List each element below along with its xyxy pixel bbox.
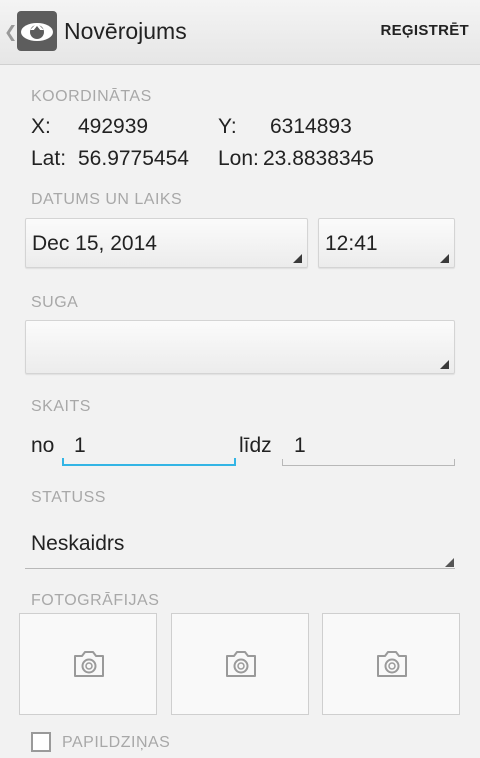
up-chevron-icon[interactable]: ❮ — [4, 22, 17, 42]
page-title: Novērojums — [64, 18, 187, 44]
count-from-value: 1 — [74, 434, 86, 457]
field-corner-right — [234, 458, 236, 466]
field-corner-right — [454, 459, 455, 466]
lat-label: Lat: — [31, 147, 67, 170]
coordinates-section-label: KOORDINĀTAS — [31, 88, 152, 105]
dropdown-triangle-icon — [440, 254, 449, 263]
datetime-section-label: DATUMS UN LAIKS — [31, 191, 183, 208]
date-picker-button[interactable]: Dec 15, 2014 — [25, 218, 308, 268]
dropdown-triangle-icon — [293, 254, 302, 263]
count-to-input[interactable]: 1 — [282, 424, 455, 468]
status-section-label: STATUSS — [31, 489, 106, 506]
time-value: 12:41 — [325, 232, 378, 255]
field-corner-left — [62, 458, 64, 466]
y-label: Y: — [218, 115, 237, 138]
date-value: Dec 15, 2014 — [32, 232, 157, 255]
camera-icon — [226, 651, 256, 677]
dropdown-triangle-icon — [445, 558, 454, 567]
count-to-label: līdz — [239, 434, 272, 457]
app-eye-icon[interactable] — [17, 11, 57, 51]
species-dropdown[interactable] — [25, 320, 455, 374]
extra-info-checkbox[interactable] — [31, 732, 51, 752]
camera-icon — [74, 651, 104, 677]
count-section-label: SKAITS — [31, 398, 91, 415]
lon-value: 23.8838345 — [263, 147, 374, 170]
count-from-input[interactable]: 1 — [62, 424, 236, 468]
field-corner-left — [282, 459, 283, 466]
lat-value: 56.9775454 — [78, 147, 189, 170]
count-from-label: no — [31, 434, 55, 457]
y-value: 6314893 — [270, 115, 352, 138]
dropdown-triangle-icon — [440, 360, 449, 369]
species-section-label: SUGA — [31, 294, 79, 311]
count-to-underline — [282, 465, 455, 466]
action-bar: ❮ Novērojums REĢISTRĒT — [0, 0, 480, 65]
status-underline — [25, 568, 455, 569]
photos-section-label: FOTOGRĀFIJAS — [31, 592, 160, 609]
photo-slot-1[interactable] — [19, 613, 157, 715]
photo-slot-3[interactable] — [322, 613, 460, 715]
status-dropdown[interactable]: Neskaidrs — [25, 520, 455, 570]
photo-slot-2[interactable] — [171, 613, 309, 715]
extra-info-label[interactable]: PAPILDZIŅAS — [62, 734, 170, 752]
count-from-underline — [62, 464, 236, 466]
lon-label: Lon: — [218, 147, 259, 170]
register-button[interactable]: REĢISTRĒT — [380, 22, 469, 39]
time-picker-button[interactable]: 12:41 — [318, 218, 455, 268]
x-label: X: — [31, 115, 51, 138]
status-value: Neskaidrs — [31, 532, 125, 555]
count-to-value: 1 — [294, 434, 306, 457]
x-value: 492939 — [78, 115, 149, 138]
camera-icon — [377, 651, 407, 677]
